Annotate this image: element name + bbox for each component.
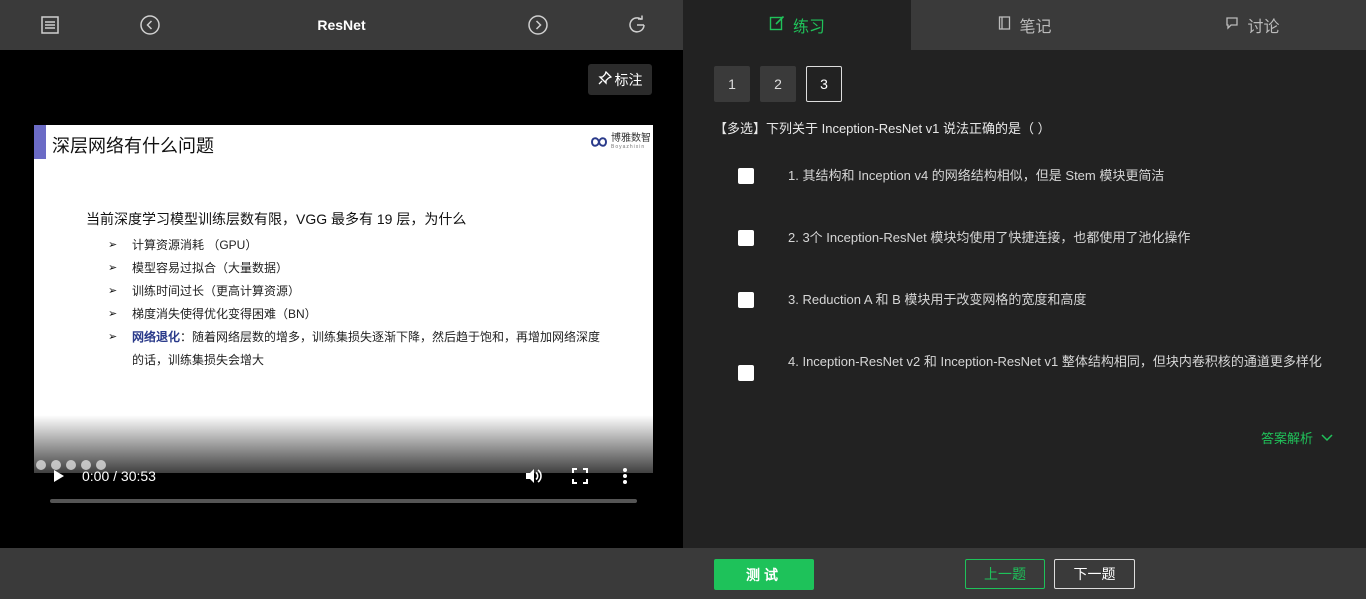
exercise-pane: 练习 笔记 讨论 1 2 3 【多选】下列关于 Inception-ResNet… — [683, 0, 1366, 599]
slide-bullets: ➢ 计算资源消耗 （GPU） ➢ 模型容易过拟合（大量数据） ➢ 训练时间过长（更高计… — [108, 234, 608, 372]
video-progress-bar[interactable] — [50, 499, 637, 503]
analysis-label: 答案解析 — [1261, 431, 1314, 446]
tab-notes[interactable]: 笔记 — [911, 0, 1139, 50]
option-checkbox[interactable] — [738, 168, 754, 184]
logo-subtext: Boyazhixin — [611, 144, 646, 150]
question-number-button-active[interactable]: 3 — [806, 66, 842, 102]
notebook-icon — [998, 15, 1011, 35]
app-root: ResNet 标注 深层网络有什么问题 博雅数智 Boyazhixin 当前深度… — [0, 0, 1366, 599]
question-number-button[interactable]: 2 — [760, 66, 796, 102]
chevron-down-icon — [1321, 430, 1333, 445]
arrow-bullet-icon: ➢ — [108, 285, 118, 297]
option-text: 3. Reduction A 和 B 模块用于改变网格的宽度和高度 — [788, 292, 1087, 307]
more-options-icon[interactable] — [622, 467, 628, 490]
video-topbar: ResNet — [0, 0, 683, 50]
bullet-text: ：随着网络层数的增多，训练集损失逐渐下降，然后趋于饱和，再增加网络深度的话，训练… — [132, 330, 601, 367]
next-question-button[interactable]: 下一题 — [1054, 559, 1135, 589]
slide-bullet: ➢ 训练时间过长（更高计算资源） — [108, 280, 608, 303]
exercise-footer: 测试 上一题 下一题 — [683, 548, 1366, 599]
slide-bullet: ➢ 网络退化：随着网络层数的增多，训练集损失逐渐下降，然后趋于饱和，再增加网络深度… — [108, 326, 608, 372]
option-text: 4. Inception-ResNet v2 和 Inception-ResNe… — [788, 354, 1322, 369]
next-lesson-icon[interactable] — [527, 14, 549, 36]
slide-heading: 当前深度学习模型训练层数有限，VGG 最多有 19 层，为什么 — [86, 211, 467, 227]
option-text: 1. 其结构和 Inception v4 的网络结构相似，但是 Stem 模块更… — [788, 168, 1165, 183]
tab-practice[interactable]: 练习 — [683, 0, 911, 50]
refresh-icon[interactable] — [626, 14, 648, 36]
tab-discussion[interactable]: 讨论 — [1139, 0, 1366, 50]
test-button[interactable]: 测试 — [714, 559, 814, 590]
video-frame[interactable]: 深层网络有什么问题 博雅数智 Boyazhixin 当前深度学习模型训练层数有限… — [34, 125, 653, 473]
edit-icon — [769, 15, 785, 36]
slide-bullet: ➢ 模型容易过拟合（大量数据） — [108, 257, 608, 280]
slide-accent-bar — [34, 125, 46, 159]
option-checkbox[interactable] — [738, 365, 754, 381]
previous-lesson-icon[interactable] — [139, 14, 161, 36]
play-icon[interactable] — [52, 468, 66, 489]
slide-bullet: ➢ 计算资源消耗 （GPU） — [108, 234, 608, 257]
volume-icon[interactable] — [524, 467, 542, 490]
arrow-bullet-icon: ➢ — [108, 262, 118, 274]
answer-analysis-toggle[interactable]: 答案解析 — [1261, 428, 1333, 447]
slide-title: 深层网络有什么问题 — [52, 136, 214, 156]
option-text: 2. 3个 Inception-ResNet 模块均使用了快捷连接，也都使用了池… — [788, 230, 1191, 245]
question-number-button[interactable]: 1 — [714, 66, 750, 102]
arrow-bullet-icon: ➢ — [108, 331, 118, 343]
logo-text: 博雅数智 — [611, 133, 651, 144]
fullscreen-icon[interactable] — [572, 468, 588, 489]
time-display: 0:00 / 30:53 — [82, 468, 156, 484]
arrow-bullet-icon: ➢ — [108, 239, 118, 251]
video-pane: ResNet 标注 深层网络有什么问题 博雅数智 Boyazhixin 当前深度… — [0, 0, 683, 599]
catalog-icon[interactable] — [39, 14, 61, 36]
mark-label: 标注 — [614, 71, 643, 88]
left-footer — [0, 548, 683, 599]
bullet-emphasis: 网络退化 — [132, 330, 181, 344]
lesson-title: ResNet — [317, 17, 366, 33]
logo-icon — [590, 137, 608, 147]
slide-bullet: ➢ 梯度消失使得优化变得困难（BN） — [108, 303, 608, 326]
question-number-list: 1 2 3 — [714, 66, 842, 102]
option-checkbox[interactable] — [738, 230, 754, 246]
chat-icon — [1225, 16, 1239, 35]
pin-icon — [597, 70, 612, 88]
arrow-bullet-icon: ➢ — [108, 308, 118, 320]
previous-question-button[interactable]: 上一题 — [965, 559, 1045, 589]
mark-button[interactable]: 标注 — [588, 64, 652, 95]
question-text: 【多选】下列关于 Inception-ResNet v1 说法正确的是（ ） — [714, 121, 1051, 136]
option-checkbox[interactable] — [738, 292, 754, 308]
slide-logo: 博雅数智 Boyazhixin — [590, 134, 651, 150]
tab-bar: 练习 笔记 讨论 — [683, 0, 1366, 50]
